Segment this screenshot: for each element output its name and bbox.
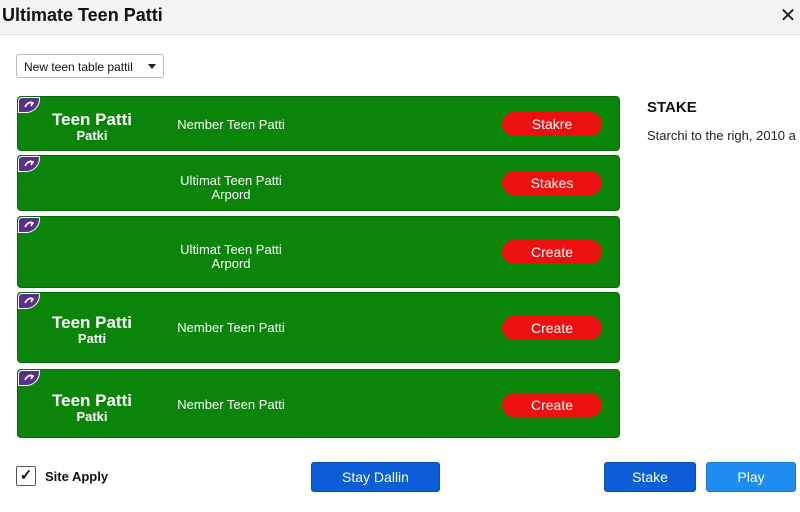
site-apply-label: Site Apply	[45, 469, 109, 484]
dropdown-selected-value: New teen table pattil	[24, 60, 133, 74]
game-name: Nember Teen Patti	[146, 118, 316, 132]
game-logo-subtitle: Patti	[77, 331, 107, 346]
game-row-5[interactable]: Teen Patti Patki Nember Teen Patti Creat…	[17, 369, 620, 438]
swirl-icon	[18, 217, 40, 233]
close-button[interactable]: ✕	[776, 3, 800, 29]
game-name-line2: Arpord	[211, 256, 251, 271]
swirl-icon	[18, 156, 40, 172]
stay-button[interactable]: Stay Dallin	[311, 462, 440, 492]
game-name-line1: Ultimat Teen Patti	[180, 242, 282, 257]
create-button[interactable]: Create	[502, 316, 602, 340]
site-apply-checkbox[interactable]: ✓	[16, 466, 36, 486]
game-row-4[interactable]: Teen Patti Patti Nember Teen Patti Creat…	[17, 292, 620, 363]
game-logo-title: Teen Patti	[52, 110, 132, 129]
side-panel-text: Starchi to the righ, 2010 a	[647, 128, 796, 143]
table-type-dropdown[interactable]: New teen table pattil	[16, 54, 164, 78]
game-name: Ultimat Teen Patti Arpord	[146, 174, 316, 202]
game-row-1[interactable]: Teen Patti Patki Nember Teen Patti Stakr…	[17, 96, 620, 151]
window-title: Ultimate Teen Patti	[2, 5, 163, 25]
game-name-line1: Nember Teen Patti	[177, 320, 285, 335]
game-row-2[interactable]: Ultimat Teen Patti Arpord Stakes	[17, 155, 620, 211]
game-logo: Teen Patti Patki	[18, 391, 166, 424]
swirl-icon	[18, 370, 40, 386]
create-button[interactable]: Create	[502, 393, 602, 417]
game-name-line1: Nember Teen Patti	[177, 397, 285, 412]
game-logo-title: Teen Patti	[52, 391, 132, 410]
game-name-line1: Nember Teen Patti	[177, 117, 285, 132]
play-button[interactable]: Play	[706, 462, 796, 492]
game-logo-subtitle: Patki	[76, 409, 108, 424]
game-row-3[interactable]: Ultimat Teen Patti Arpord Create	[17, 216, 620, 288]
game-logo-subtitle: Patki	[76, 128, 108, 143]
close-icon: ✕	[779, 5, 797, 27]
title-bar: Ultimate Teen Patti ✕	[0, 0, 800, 35]
swirl-icon	[18, 293, 40, 309]
side-panel-title: STAKE	[647, 99, 697, 116]
game-name: Nember Teen Patti	[146, 398, 316, 412]
stake-button[interactable]: Stake	[604, 462, 696, 492]
stakes-button[interactable]: Stakes	[502, 171, 602, 195]
caret-down-icon	[148, 64, 156, 69]
game-name: Nember Teen Patti	[146, 321, 316, 335]
game-logo: Teen Patti Patki	[18, 110, 166, 143]
stake-button[interactable]: Stakre	[502, 112, 602, 136]
game-name-line2: Arpord	[211, 187, 251, 202]
create-button[interactable]: Create	[502, 240, 602, 264]
game-logo-title: Teen Patti	[52, 313, 132, 332]
game-name-line1: Ultimat Teen Patti	[180, 173, 282, 188]
checkmark-icon: ✓	[19, 467, 33, 484]
game-logo: Teen Patti Patti	[18, 313, 166, 346]
game-name: Ultimat Teen Patti Arpord	[146, 243, 316, 271]
